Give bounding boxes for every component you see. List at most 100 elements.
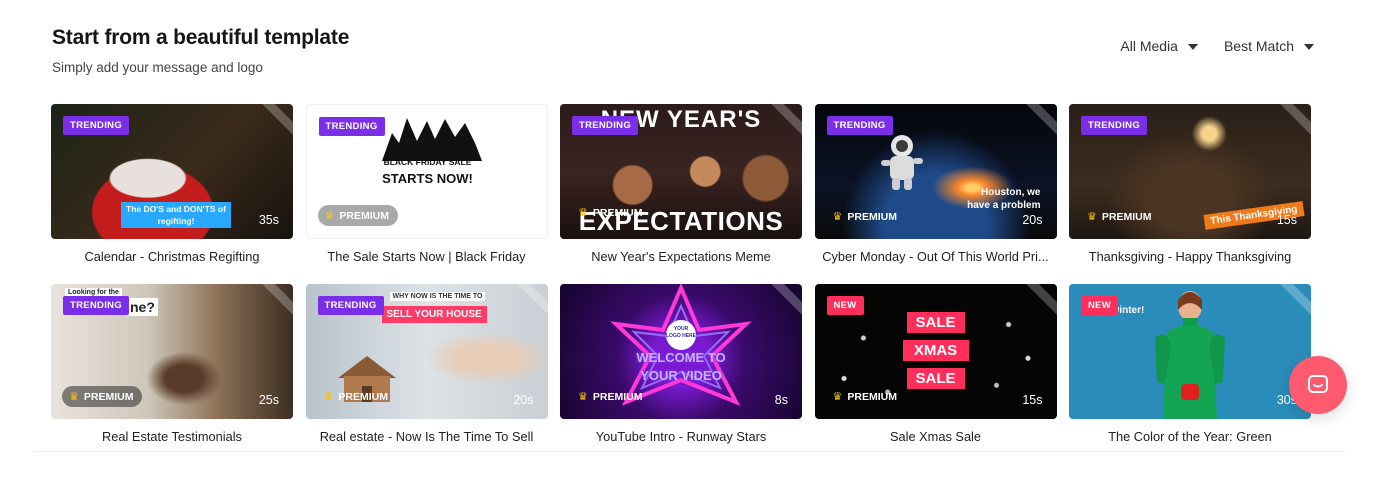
media-filter-label: All Media: [1120, 38, 1178, 54]
template-thumbnail: TRENDING WHY NOW IS THE TIME TO SELL YOU…: [305, 284, 548, 419]
template-card[interactable]: NEW YEAR'S TRENDING EXPECTATIONS ♛ PREMI…: [560, 104, 802, 284]
template-title: Real estate - Now Is The Time To Sell: [319, 429, 534, 444]
crown-icon: ♛: [832, 391, 843, 403]
trending-badge: TRENDING: [63, 116, 130, 135]
thumbnail-caption: STARTS NOW!: [382, 171, 473, 186]
crown-icon: ♛: [69, 391, 79, 403]
forest-silhouette: [381, 118, 482, 161]
template-title: YouTube Intro - Runway Stars: [595, 429, 767, 444]
thumbnail-caption: WELCOME TO: [636, 350, 726, 365]
crown-icon: ♛: [1087, 211, 1097, 223]
duration-label: 15s: [1022, 393, 1043, 407]
trending-badge: TRENDING: [63, 296, 130, 315]
duration-label: 25s: [258, 393, 279, 407]
section-header: Start from a beautiful template Simply a…: [52, 26, 349, 75]
corner-ribbon: [260, 104, 293, 137]
template-title: Cyber Monday - Out Of This World Pri...: [822, 249, 1049, 264]
thumbnail-caption: Houston, we have a problem: [967, 187, 1041, 211]
template-thumbnail: TRENDING Houston, we have a problem ♛ PR…: [814, 104, 1057, 239]
new-badge: NEW: [1081, 296, 1119, 315]
crown-icon: ♛: [324, 210, 335, 222]
corner-ribbon: [1278, 104, 1311, 137]
thumbnail-caption: SALE: [906, 312, 965, 333]
media-filter-dropdown[interactable]: All Media: [1120, 38, 1198, 54]
template-thumbnail: YOUR LOGO HERE WELCOME TO YOUR VIDEO ♛ P…: [560, 284, 802, 419]
duration-label: 35s: [258, 213, 279, 227]
filter-bar: All Media Best Match: [1120, 38, 1314, 54]
template-title: Sale Xmas Sale: [889, 429, 982, 444]
template-title: The Color of the Year: Green: [1108, 429, 1272, 444]
corner-ribbon: [260, 284, 293, 317]
corner-ribbon: [1278, 284, 1311, 317]
template-grid: TRENDING The DO'S and DON'TS of regiftin…: [51, 104, 1311, 464]
template-card[interactable]: TRENDING BLACK FRIDAY SALE STARTS NOW! ♛…: [305, 104, 548, 284]
template-card[interactable]: TRENDING The DO'S and DON'TS of regiftin…: [51, 104, 293, 284]
trending-badge: TRENDING: [317, 296, 384, 315]
woman-in-green-illustration: [1155, 291, 1225, 419]
template-card[interactable]: TRENDING Houston, we have a problem ♛ PR…: [814, 104, 1057, 284]
thumbnail-caption: XMAS: [902, 340, 969, 361]
template-title: The Sale Starts Now | Black Friday: [327, 249, 526, 264]
section-title: Start from a beautiful template: [52, 26, 350, 49]
template-thumbnail: NEW SALE XMAS SALE ♛ PREMIUM 15s: [814, 284, 1057, 419]
new-badge: NEW: [826, 296, 864, 315]
astronaut-illustration: [880, 135, 923, 190]
template-card[interactable]: NEW dy for winter! 30s The Color of the …: [1069, 284, 1311, 464]
premium-badge: ♛ PREMIUM: [832, 210, 897, 224]
template-thumbnail: TRENDING The DO'S and DON'TS of regiftin…: [51, 104, 293, 239]
crown-icon: ♛: [578, 207, 588, 219]
template-title: New Year's Expectations Meme: [591, 249, 771, 264]
template-title: Thanksgiving - Happy Thanksgiving: [1088, 249, 1292, 264]
section-divider: [34, 451, 1346, 452]
thumbnail-caption: The DO'S and DON'TS of regifting!: [121, 202, 231, 228]
thumbnail-caption: WHY NOW IS THE TIME TO: [389, 292, 486, 301]
template-thumbnail: NEW YEAR'S TRENDING EXPECTATIONS ♛ PREMI…: [560, 104, 802, 239]
logo-placeholder: YOUR LOGO HERE: [666, 320, 696, 350]
template-card[interactable]: NEW SALE XMAS SALE ♛ PREMIUM 15s Sale Xm…: [814, 284, 1057, 464]
corner-ribbon: [1024, 284, 1057, 317]
section-subtitle: Simply add your message and logo: [52, 60, 263, 75]
crown-icon: ♛: [323, 391, 334, 403]
sort-dropdown[interactable]: Best Match: [1224, 38, 1314, 54]
trending-badge: TRENDING: [826, 116, 893, 135]
template-card[interactable]: TRENDING WHY NOW IS THE TIME TO SELL YOU…: [305, 284, 548, 464]
corner-ribbon: [515, 284, 548, 317]
template-title: Calendar - Christmas Regifting: [84, 249, 260, 264]
caret-down-icon: [1187, 44, 1198, 50]
duration-label: 8s: [774, 393, 788, 407]
duration-label: 20s: [1022, 213, 1043, 227]
corner-ribbon: [769, 284, 802, 317]
thumbnail-caption: BLACK FRIDAY SALE: [383, 157, 472, 167]
template-title: Real Estate Testimonials: [102, 429, 242, 444]
crown-icon: ♛: [832, 211, 843, 223]
sort-label: Best Match: [1223, 38, 1294, 54]
trending-badge: TRENDING: [1081, 116, 1148, 135]
premium-badge: ♛ PREMIUM: [578, 206, 643, 220]
premium-badge: ♛ PREMIUM: [62, 386, 143, 407]
duration-label: 15s: [1276, 213, 1297, 227]
thumbnail-caption: SALE: [906, 368, 965, 389]
trending-badge: TRENDING: [572, 116, 639, 135]
template-thumbnail: TRENDING BLACK FRIDAY SALE STARTS NOW! ♛…: [305, 104, 548, 239]
template-card[interactable]: Looking for the TRENDING ne? ♛ PREMIUM 2…: [51, 284, 293, 464]
corner-ribbon: [1024, 104, 1057, 137]
premium-badge: ♛ PREMIUM: [1087, 210, 1152, 224]
thumbnail-caption: ne?: [127, 298, 158, 316]
template-thumbnail: NEW dy for winter! 30s: [1069, 284, 1311, 419]
premium-badge: ♛ PREMIUM: [317, 205, 398, 226]
template-card[interactable]: YOUR LOGO HERE WELCOME TO YOUR VIDEO ♛ P…: [560, 284, 802, 464]
trending-badge: TRENDING: [318, 117, 385, 136]
crown-icon: ♛: [578, 391, 588, 403]
premium-badge: ♛ PREMIUM: [578, 390, 643, 404]
chat-launcher-button[interactable]: [1289, 356, 1347, 414]
chat-icon: [1308, 375, 1328, 393]
template-thumbnail: Looking for the TRENDING ne? ♛ PREMIUM 2…: [51, 284, 293, 419]
caret-down-icon: [1304, 44, 1314, 50]
premium-badge: ♛ PREMIUM: [832, 390, 897, 404]
template-card[interactable]: TRENDING This Thanksgiving ♛ PREMIUM 15s…: [1069, 104, 1311, 284]
duration-label: 20s: [513, 393, 534, 407]
thumbnail-caption: SELL YOUR HOUSE: [381, 306, 487, 323]
template-thumbnail: TRENDING This Thanksgiving ♛ PREMIUM 15s: [1069, 104, 1311, 239]
thumbnail-caption: YOUR VIDEO: [640, 368, 722, 383]
premium-badge: ♛ PREMIUM: [323, 390, 388, 404]
